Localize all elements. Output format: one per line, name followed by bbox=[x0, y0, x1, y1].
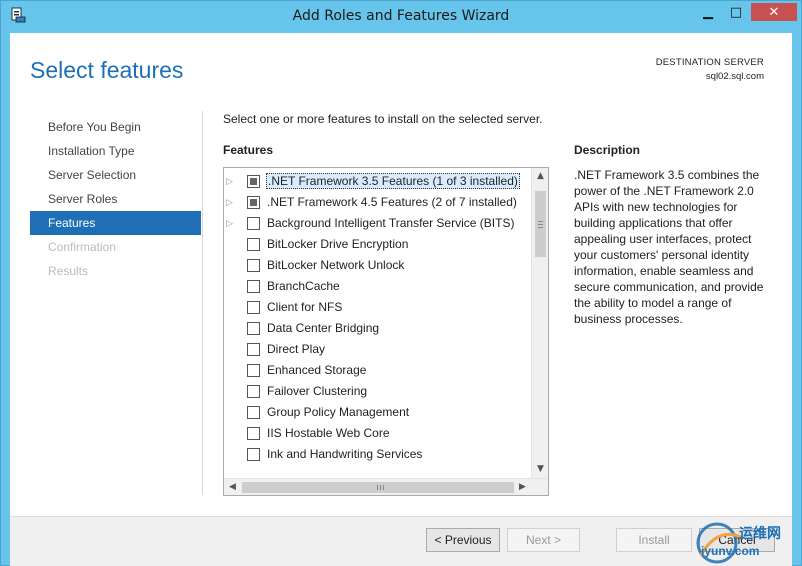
feature-label: Direct Play bbox=[267, 342, 326, 356]
feature-checkbox[interactable] bbox=[247, 406, 260, 419]
feature-checkbox[interactable] bbox=[247, 385, 260, 398]
feature-row[interactable]: ▷ Background Intelligent Transfer Service… bbox=[224, 213, 530, 234]
watermark-url: iyunv.com bbox=[701, 544, 760, 558]
instruction-text: Select one or more features to install o… bbox=[223, 112, 543, 126]
feature-label: BitLocker Network Unlock bbox=[267, 258, 405, 272]
expand-arrow-icon[interactable]: ▷ bbox=[226, 175, 236, 187]
expand-arrow-icon[interactable]: ▷ bbox=[226, 196, 236, 208]
feature-checkbox[interactable] bbox=[247, 301, 260, 314]
feature-row[interactable]: ▷ .NET Framework 3.5 Features (1 of 3 ins… bbox=[224, 171, 530, 192]
close-icon: ✕ bbox=[768, 4, 780, 20]
watermark-text: 运维网 bbox=[739, 525, 781, 541]
scroll-left-icon[interactable]: ◀ bbox=[224, 479, 241, 495]
nav-item-before-you-begin[interactable]: Before You Begin bbox=[30, 115, 201, 139]
horizontal-scrollbar[interactable]: ◀ ▶ bbox=[224, 478, 548, 495]
feature-checkbox[interactable] bbox=[247, 364, 260, 377]
feature-label: Failover Clustering bbox=[267, 384, 368, 398]
feature-label: Data Center Bridging bbox=[267, 321, 380, 335]
feature-row[interactable]: Data Center Bridging bbox=[224, 318, 530, 339]
description-heading: Description bbox=[574, 143, 641, 157]
feature-row[interactable]: BitLocker Drive Encryption bbox=[224, 234, 530, 255]
scroll-up-icon[interactable]: ▲ bbox=[532, 168, 548, 185]
expand-arrow-icon[interactable]: ▷ bbox=[226, 217, 236, 229]
feature-label: Group Policy Management bbox=[267, 405, 410, 419]
grip-icon bbox=[538, 221, 543, 222]
previous-button[interactable]: < Previous bbox=[426, 528, 500, 552]
feature-checkbox[interactable] bbox=[247, 217, 260, 230]
scroll-down-icon[interactable]: ▼ bbox=[532, 461, 548, 478]
feature-row[interactable]: Failover Clustering bbox=[224, 381, 530, 402]
feature-label: .NET Framework 3.5 Features (1 of 3 inst… bbox=[266, 173, 520, 189]
vertical-scrollbar[interactable]: ▲ ▼ bbox=[531, 168, 548, 478]
feature-row[interactable]: IIS Hostable Web Core bbox=[224, 423, 530, 444]
feature-row[interactable]: BranchCache bbox=[224, 276, 530, 297]
nav-item-features[interactable]: Features bbox=[30, 211, 201, 235]
scroll-right-icon[interactable]: ▶ bbox=[514, 479, 531, 495]
minimize-icon: ▁ bbox=[703, 4, 713, 20]
description-text: .NET Framework 3.5 combines the power of… bbox=[574, 168, 764, 326]
feature-label: IIS Hostable Web Core bbox=[267, 426, 390, 440]
install-button[interactable]: Install bbox=[616, 528, 692, 552]
feature-checkbox[interactable] bbox=[247, 322, 260, 335]
nav-item-confirmation: Confirmation bbox=[48, 240, 117, 254]
feature-label: .NET Framework 4.5 Features (2 of 7 inst… bbox=[267, 195, 517, 209]
feature-row[interactable]: BitLocker Network Unlock bbox=[224, 255, 530, 276]
feature-label: BitLocker Drive Encryption bbox=[267, 237, 409, 251]
wizard-window: Add Roles and Features Wizard ▁ □ ✕ Sele… bbox=[0, 0, 802, 566]
nav-item-server-selection[interactable]: Server Selection bbox=[30, 163, 201, 187]
feature-checkbox[interactable] bbox=[247, 448, 260, 461]
wizard-header: Select features DESTINATION SERVER sql02… bbox=[10, 33, 792, 111]
wizard-nav: Before You Begin Installation Type Serve… bbox=[30, 115, 201, 283]
feature-row[interactable]: Client for NFS bbox=[224, 297, 530, 318]
feature-label: BranchCache bbox=[267, 279, 340, 293]
maximize-icon: □ bbox=[729, 4, 743, 20]
feature-row[interactable]: Ink and Handwriting Services bbox=[224, 444, 530, 465]
feature-label: Ink and Handwriting Services bbox=[267, 447, 423, 461]
feature-checkbox[interactable] bbox=[247, 427, 260, 440]
vertical-scroll-thumb[interactable] bbox=[535, 191, 546, 257]
window-title: Add Roles and Features Wizard bbox=[292, 8, 510, 24]
features-list: ▷ .NET Framework 3.5 Features (1 of 3 ins… bbox=[224, 171, 530, 476]
page-title: Select features bbox=[30, 57, 184, 83]
feature-row[interactable]: Enhanced Storage bbox=[224, 360, 530, 381]
next-button[interactable]: Next > bbox=[507, 528, 580, 552]
nav-item-installation-type[interactable]: Installation Type bbox=[30, 139, 201, 163]
wizard-footer: < Previous Next > Install Cancel bbox=[10, 516, 792, 566]
feature-row[interactable]: ▷ .NET Framework 4.5 Features (2 of 7 ins… bbox=[224, 192, 530, 213]
title-bar[interactable]: Add Roles and Features Wizard ▁ □ ✕ bbox=[1, 1, 801, 33]
feature-checkbox[interactable] bbox=[247, 343, 260, 356]
horizontal-scroll-thumb[interactable] bbox=[242, 482, 514, 493]
features-tree[interactable]: ▷ .NET Framework 3.5 Features (1 of 3 ins… bbox=[223, 167, 549, 496]
destination-server-label: DESTINATION SERVER bbox=[655, 57, 764, 68]
feature-checkbox[interactable] bbox=[247, 238, 260, 251]
nav-item-server-roles[interactable]: Server Roles bbox=[30, 187, 201, 211]
feature-checkbox[interactable] bbox=[247, 259, 260, 272]
feature-checkbox[interactable] bbox=[247, 280, 260, 293]
maximize-button[interactable]: □ bbox=[723, 3, 749, 21]
nav-item-results: Results bbox=[48, 264, 89, 278]
grip-icon bbox=[377, 485, 378, 490]
feature-label: Background Intelligent Transfer Service … bbox=[267, 216, 515, 230]
feature-checkbox[interactable] bbox=[247, 196, 260, 209]
feature-label: Enhanced Storage bbox=[267, 363, 367, 377]
destination-server-value: sql02.sql.com bbox=[705, 71, 764, 82]
nav-divider bbox=[202, 111, 203, 495]
close-button[interactable]: ✕ bbox=[751, 3, 797, 21]
feature-row[interactable]: Direct Play bbox=[224, 339, 530, 360]
features-heading: Features bbox=[223, 143, 274, 157]
feature-row[interactable]: Group Policy Management bbox=[224, 402, 530, 423]
feature-label: Client for NFS bbox=[267, 300, 343, 314]
minimize-button[interactable]: ▁ bbox=[695, 3, 721, 21]
feature-checkbox[interactable] bbox=[247, 175, 260, 188]
wizard-content: Select features DESTINATION SERVER sql02… bbox=[10, 33, 792, 566]
